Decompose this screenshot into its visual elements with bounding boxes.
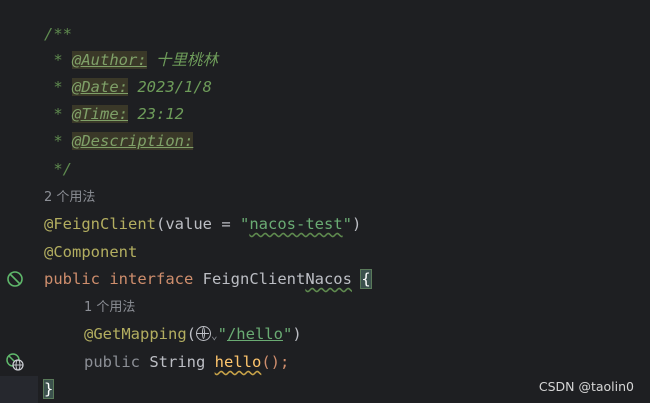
implemented-method-icon[interactable] <box>6 353 24 371</box>
code-line-9: public interface FeignClientNacos { <box>44 269 372 289</box>
implemented-interface-icon[interactable] <box>6 270 24 288</box>
doc-tag-time: @Time: <box>72 105 128 123</box>
code-editor[interactable]: /** * @Author: 十里桃林 * @Date: 2023/1/8 * … <box>38 0 650 403</box>
chevron-down-icon[interactable]: ⌄ <box>211 329 218 342</box>
brace-match-open: { <box>360 269 372 289</box>
code-line-2: * @Author: 十里桃林 <box>44 51 218 69</box>
editor-gutter <box>0 0 38 403</box>
doc-tag-description: @Description: <box>72 132 194 150</box>
brace-match-close: } <box>42 379 55 399</box>
code-line-4: * @Time: 23:12 <box>44 105 184 123</box>
globe-icon[interactable] <box>196 326 211 341</box>
url-link[interactable]: /hello <box>227 325 283 343</box>
watermark: CSDN @taolin0 <box>538 379 634 394</box>
code-line-7: @FeignClient(value = "nacos-test") <box>44 215 362 233</box>
code-line-5: * @Description: <box>44 132 194 150</box>
code-line-12: } <box>42 376 55 403</box>
doc-tag-author: @Author: <box>72 51 147 69</box>
code-line-10: @GetMapping(⌄"/hello") <box>84 325 302 343</box>
doc-tag-date: @Date: <box>72 78 128 96</box>
code-line-8: @Component <box>44 243 138 261</box>
code-line-3: * @Date: 2023/1/8 <box>44 78 212 96</box>
usage-hint[interactable]: 2 个用法 <box>44 187 95 209</box>
code-line-11: public String hello(); <box>84 353 290 371</box>
code-line-6: */ <box>44 160 72 178</box>
usage-hint-method[interactable]: 1 个用法 <box>84 297 135 319</box>
code-line-1: /** <box>44 25 72 43</box>
